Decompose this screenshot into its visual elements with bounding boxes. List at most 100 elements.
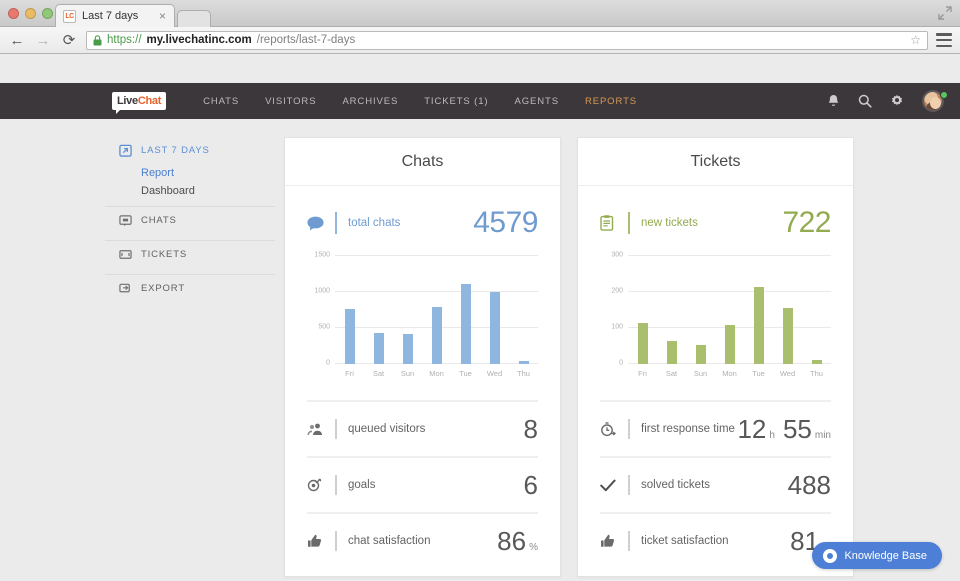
knowledge-base-button[interactable]: Knowledge Base xyxy=(812,542,942,569)
bar-tue xyxy=(461,284,471,364)
unit-label-hours: h xyxy=(769,430,775,441)
ticket-icon xyxy=(119,248,132,261)
sidebar-item-label: EXPORT xyxy=(141,283,185,294)
search-icon[interactable] xyxy=(858,94,872,108)
x-tick-label: Sun xyxy=(686,369,714,378)
divider-bar xyxy=(335,531,337,551)
goals-label: goals xyxy=(348,479,376,491)
window-controls[interactable] xyxy=(8,8,53,19)
gear-icon[interactable] xyxy=(890,94,904,108)
chat-satisfaction-row: chat satisfaction 86% xyxy=(307,513,538,568)
forward-button[interactable]: → xyxy=(34,31,52,49)
logo-text-live: Live xyxy=(117,95,138,107)
maximize-window-button[interactable] xyxy=(42,8,53,19)
tickets-card-title: Tickets xyxy=(578,138,853,186)
y-tick-label: 100 xyxy=(611,324,623,331)
minimize-window-button[interactable] xyxy=(25,8,36,19)
divider-bar xyxy=(628,419,630,439)
bell-icon[interactable] xyxy=(827,94,840,108)
browser-window: LC Last 7 days × ← → ⟳ https://my.livech… xyxy=(0,0,960,581)
close-icon[interactable]: × xyxy=(157,9,168,23)
x-tick-label: Tue xyxy=(451,369,479,378)
divider-bar xyxy=(335,419,337,439)
livechat-logo[interactable]: LiveChat xyxy=(112,92,166,110)
bar-thu xyxy=(519,361,529,364)
x-tick-label: Sat xyxy=(657,369,685,378)
divider-bar xyxy=(628,475,630,495)
export-icon xyxy=(119,282,132,295)
y-tick-label: 500 xyxy=(318,324,330,331)
first-response-time-row: first response time 12h55min xyxy=(600,401,831,456)
solved-tickets-label: solved tickets xyxy=(641,479,710,491)
browser-menu-button[interactable] xyxy=(936,33,952,47)
nav-item-chats[interactable]: CHATS xyxy=(190,96,252,107)
logo-text-chat: Chat xyxy=(138,95,161,107)
sidebar-item-last-7-days[interactable]: LAST 7 DAYS xyxy=(105,137,275,164)
chat-square-icon xyxy=(119,214,132,227)
main-nav-links: CHATS VISITORS ARCHIVES TICKETS (1) AGEN… xyxy=(190,96,650,107)
goals-row: goals 6 xyxy=(307,457,538,512)
sidebar-subitem-dashboard[interactable]: Dashboard xyxy=(105,182,275,200)
chats-card-title: Chats xyxy=(285,138,560,186)
goals-value: 6 xyxy=(524,470,538,501)
tickets-card: Tickets new tickets xyxy=(577,137,854,577)
nav-item-tickets[interactable]: TICKETS (1) xyxy=(411,96,501,107)
y-tick-label: 0 xyxy=(619,360,623,367)
bar-mon xyxy=(725,325,735,364)
sidebar-item-export[interactable]: EXPORT xyxy=(105,275,275,302)
x-tick-label: Sat xyxy=(364,369,392,378)
solved-tickets-value: 488 xyxy=(788,470,831,501)
address-bar[interactable]: https://my.livechatinc.com/reports/last-… xyxy=(86,31,928,50)
tickets-chart-bars xyxy=(628,256,831,364)
checkmark-icon xyxy=(600,479,622,492)
nav-item-archives[interactable]: ARCHIVES xyxy=(329,96,411,107)
x-tick-label: Sun xyxy=(393,369,421,378)
thumbs-up-icon xyxy=(307,534,329,548)
sidebar-item-label: CHATS xyxy=(141,215,177,226)
chats-chart-x-labels: Fri Sat Sun Mon Tue Wed Thu xyxy=(335,369,538,378)
fullscreen-icon[interactable] xyxy=(938,6,952,20)
divider-bar xyxy=(628,531,630,551)
x-tick-label: Fri xyxy=(335,369,363,378)
sidebar-subitem-report[interactable]: Report xyxy=(105,164,275,182)
browser-titlebar: LC Last 7 days × xyxy=(0,0,960,27)
chat-satisfaction-label: chat satisfaction xyxy=(348,535,430,547)
accent-bar xyxy=(628,212,630,234)
browser-tab[interactable]: LC Last 7 days × xyxy=(55,4,175,27)
sidebar-item-chats[interactable]: CHATS xyxy=(105,207,275,234)
chats-chart-plot: 1500 1000 500 0 xyxy=(335,256,538,364)
new-tickets-metric: new tickets 722 xyxy=(600,186,831,250)
solved-tickets-row: solved tickets 488 xyxy=(600,457,831,512)
lock-icon xyxy=(93,35,102,46)
chats-bar-chart: 1500 1000 500 0 xyxy=(307,256,538,386)
chats-metric-rows: queued visitors 8 xyxy=(307,400,538,576)
tickets-metric-rows: first response time 12h55min xyxy=(600,400,831,576)
url-scheme: https:// xyxy=(107,34,142,46)
sidebar-group-last-7-days: LAST 7 DAYS Report Dashboard xyxy=(105,137,275,200)
accent-bar xyxy=(335,212,337,234)
total-chats-metric: total chats 4579 xyxy=(307,186,538,250)
nav-item-visitors[interactable]: VISITORS xyxy=(252,96,329,107)
back-button[interactable]: ← xyxy=(8,31,26,49)
close-window-button[interactable] xyxy=(8,8,19,19)
nav-item-agents[interactable]: AGENTS xyxy=(501,96,571,107)
reload-button[interactable]: ⟳ xyxy=(60,31,78,49)
online-status-badge xyxy=(940,91,948,99)
nav-item-reports[interactable]: REPORTS xyxy=(572,96,650,107)
bar-sat xyxy=(667,341,677,364)
y-tick-label: 1500 xyxy=(314,252,330,259)
bookmark-star-icon[interactable]: ☆ xyxy=(910,33,921,47)
x-tick-label: Wed xyxy=(773,369,801,378)
x-tick-label: Thu xyxy=(509,369,537,378)
ticket-satisfaction-label: ticket satisfaction xyxy=(641,535,729,547)
chats-chart-bars xyxy=(335,256,538,364)
new-tickets-label: new tickets xyxy=(641,217,698,229)
tickets-bar-chart: 300 200 100 0 xyxy=(600,256,831,386)
sidebar-item-label: TICKETS xyxy=(141,249,187,260)
new-tab-button[interactable] xyxy=(177,10,211,27)
bar-fri xyxy=(638,323,648,364)
lifebuoy-icon xyxy=(823,549,837,563)
bar-sat xyxy=(374,333,384,364)
sidebar-item-tickets[interactable]: TICKETS xyxy=(105,241,275,268)
total-chats-value: 4579 xyxy=(473,206,538,240)
